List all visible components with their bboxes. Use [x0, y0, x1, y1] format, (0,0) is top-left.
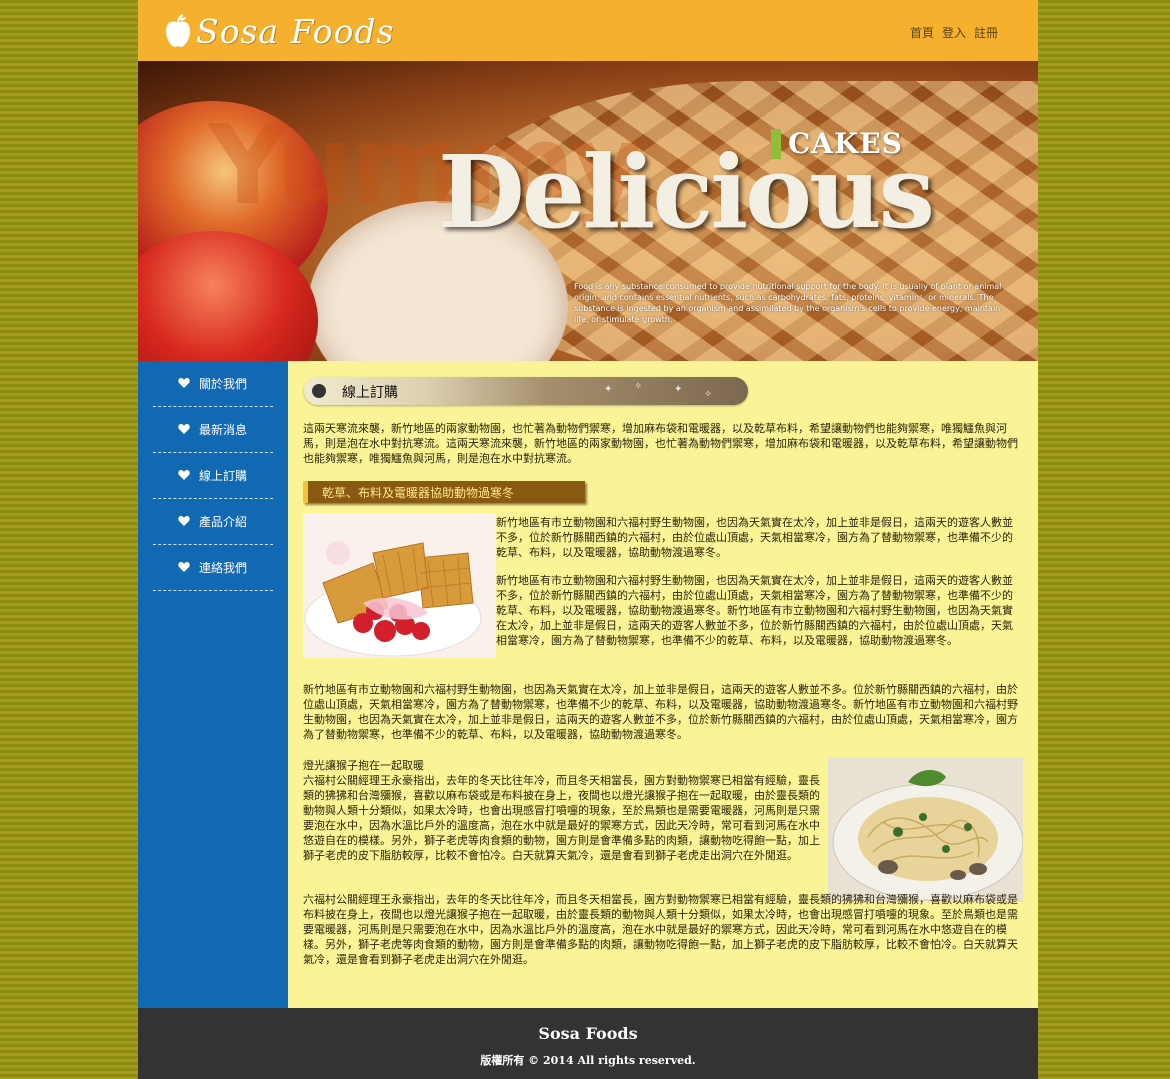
subheading-banner: 乾草、布料及電暖器協助動物過寒冬 — [303, 481, 585, 503]
heart-icon — [178, 470, 190, 480]
heart-icon — [178, 516, 190, 526]
sidebar-item-label: 產品介紹 — [199, 515, 248, 529]
sidebar-item-label: 關於我們 — [199, 377, 248, 391]
hero-banner: Yummy CAKES Delicious Food is any substa… — [138, 61, 1038, 361]
subheading-text: 乾草、布料及電暖器協助動物過寒冬 — [322, 486, 515, 500]
apple-icon — [166, 14, 190, 47]
nav-home-link[interactable]: 首頁 — [910, 24, 934, 41]
sidebar-item-contact[interactable]: 連絡我們 — [153, 545, 273, 591]
sparkle-icon: ✧ — [634, 381, 643, 392]
banner-tagline: Food is any substance consumed to provid… — [574, 282, 1002, 324]
sidebar-item-label: 連絡我們 — [199, 561, 248, 575]
site-logo[interactable]: Sosa Foods — [164, 10, 394, 52]
spaghetti-image — [828, 757, 1023, 902]
heart-icon — [178, 562, 190, 572]
sparkle-icon: ✦ — [604, 384, 613, 395]
footer-copyright: 版權所有 © 2014 All rights reserved. — [480, 1054, 696, 1067]
sidebar-item-news[interactable]: 最新消息 — [153, 407, 273, 453]
sidebar-item-order[interactable]: 線上訂購 — [153, 453, 273, 499]
main-content: 線上訂購 ✦ ✧ ✦ ✧ 這兩天寒流來襲，新竹地區的兩家動物園，也忙著為動物們禦… — [288, 361, 1038, 1008]
section-title-bar: 線上訂購 ✦ ✧ ✦ ✧ — [304, 377, 748, 405]
page-container: Sosa Foods 首頁 登入 註冊 Yummy CAKES Deliciou… — [138, 0, 1038, 1079]
paragraph-4: 新竹地區有市立動物園和六福村野生動物園，也因為天氣實在太冷，加上並非是假日，這兩… — [303, 683, 1018, 741]
bullet-icon — [312, 384, 326, 398]
sidebar-item-products[interactable]: 產品介紹 — [153, 499, 273, 545]
nav-login-link[interactable]: 登入 — [942, 24, 966, 41]
paragraph-3: 新竹地區有市立動物園和六福村野生動物園，也因為天氣實在太冷，加上並非是假日，這兩… — [496, 574, 1013, 647]
subheading-accent — [303, 481, 308, 503]
heart-icon — [178, 424, 190, 434]
sidebar-item-about[interactable]: 關於我們 — [153, 361, 273, 407]
waffle-image — [303, 513, 496, 658]
intro-paragraph: 這兩天寒流來襲，新竹地區的兩家動物園，也忙著為動物們禦寒，增加麻布袋和電暖器，以… — [303, 422, 1018, 465]
sidebar-item-label: 最新消息 — [199, 423, 248, 437]
footer-brand: Sosa Foods — [538, 1024, 638, 1043]
nav-register-link[interactable]: 註冊 — [974, 24, 998, 41]
banner-headline: Delicious — [438, 133, 935, 251]
paragraph-2: 新竹地區有市立動物園和六福村野生動物園，也因為天氣實在太冷，加上並非是假日，這兩… — [496, 516, 1013, 559]
paragraph-5: 六福村公關經理王永豪指出，去年的冬天比往年冷，而且冬天相當長，園方對動物禦寒已相… — [303, 774, 820, 862]
sparkle-icon: ✦ — [674, 384, 683, 395]
sparkle-icon: ✧ — [704, 389, 713, 400]
section-title: 線上訂購 — [342, 385, 398, 401]
site-footer: Sosa Foods 版權所有 © 2014 All rights reserv… — [138, 1008, 1038, 1079]
paragraph-6: 六福村公關經理王永豪指出，去年的冬天比往年冷，而且冬天相當長，園方對動物禦寒已相… — [303, 893, 1018, 966]
sidebar: 關於我們 最新消息 線上訂購 產品介紹 連絡我們 — [138, 361, 288, 1008]
heart-icon — [178, 378, 190, 388]
brand-name: Sosa Foods — [196, 11, 395, 51]
top-navigation: 首頁 登入 註冊 — [910, 24, 998, 41]
sidebar-item-label: 線上訂購 — [199, 469, 248, 483]
paragraph-title: 燈光讓猴子抱在一起取暖 — [303, 759, 424, 772]
site-header: Sosa Foods 首頁 登入 註冊 — [138, 0, 1038, 61]
